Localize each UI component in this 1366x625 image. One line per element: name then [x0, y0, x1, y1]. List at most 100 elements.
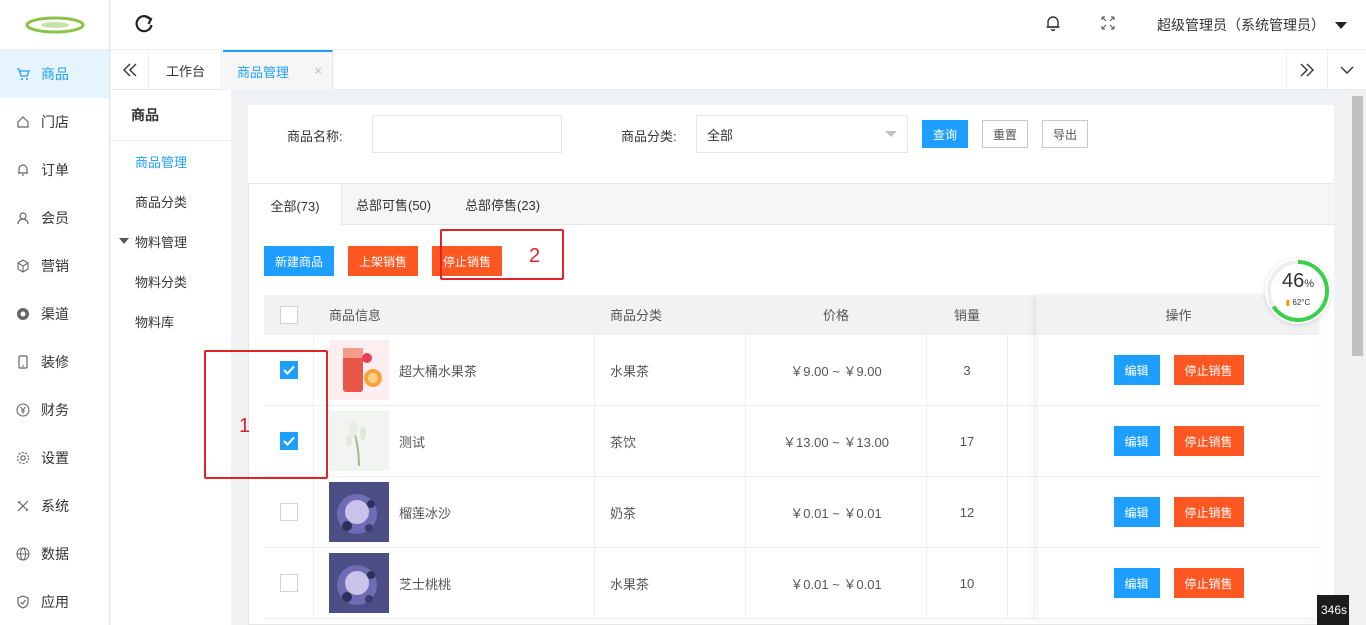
tab-label: 商品管理	[237, 64, 290, 80]
category-cell: 茶饮	[595, 406, 746, 476]
product-name-input[interactable]	[372, 115, 562, 153]
performance-gauge[interactable]: 46% ▮ 62°C	[1265, 258, 1331, 324]
channel-icon	[17, 308, 29, 320]
tab-label: 工作台	[165, 63, 205, 79]
subnav-item-label: 物料库	[135, 314, 175, 330]
product-name: 测试	[399, 434, 426, 450]
tabs-bar: 工作台 商品管理 ×	[111, 50, 1366, 90]
tab-workbench[interactable]: 工作台	[150, 50, 222, 90]
tab-label: 总部停售(23)	[465, 198, 541, 213]
sidebar-item-label: 会员	[41, 210, 69, 226]
new-product-button[interactable]: 新建商品	[264, 246, 334, 276]
subnav-list: 商品管理 商品分类 物料管理 物料分类物料库	[111, 141, 231, 341]
vertical-scrollbar[interactable]	[1349, 90, 1366, 625]
nav-list: 商品 门店订单会员营销 渠道 装修 财务 设置 系统 数据 应用	[0, 50, 109, 625]
tab-product-management[interactable]: 商品管理 ×	[223, 50, 333, 90]
main-content: 商品名称: 商品分类: 全部 查询 重置 导出 全部(73) 总部可售(50) …	[248, 105, 1335, 625]
product-name: 榴莲冰沙	[399, 505, 452, 521]
sidebar-item-7[interactable]: 财务	[0, 386, 109, 434]
reset-button[interactable]: 重置	[982, 120, 1028, 148]
actions-cell: 编辑 停止销售	[1038, 335, 1319, 405]
sidebar-item-9[interactable]: 系统	[0, 482, 109, 530]
subnav-item-3[interactable]: 物料分类	[111, 261, 231, 301]
user-menu[interactable]: 超级管理员（系统管理员）	[1157, 15, 1347, 35]
sidebar-item-8[interactable]: 设置	[0, 434, 109, 482]
product-name: 超大桶水果茶	[399, 363, 478, 379]
chevron-down-icon	[1340, 66, 1354, 74]
annotation-number-1: 1	[239, 415, 251, 437]
header-price: 价格	[746, 295, 927, 334]
status-tabs: 全部(73) 总部可售(50) 总部停售(23)	[249, 184, 1335, 226]
sidebar-item-1[interactable]: 门店	[0, 98, 109, 146]
select-all-cell	[264, 295, 314, 334]
row-checkbox[interactable]	[279, 574, 298, 592]
bell-icon	[18, 164, 28, 176]
table-header: 商品信息 商品分类 价格 销量 操作	[264, 295, 1319, 335]
fullscreen-icon[interactable]	[1099, 14, 1117, 32]
header-sales: 销量	[927, 295, 1008, 334]
sidebar-item-10[interactable]: 数据	[0, 530, 109, 578]
tab-hq-stopped[interactable]: 总部停售(23)	[465, 184, 540, 225]
product-info-cell: 超大桶水果茶	[314, 335, 595, 405]
sidebar-item-6[interactable]: 装修	[0, 338, 109, 386]
row-stop-sale-button[interactable]: 停止销售	[1173, 426, 1244, 456]
thermometer-icon: ▮	[1285, 298, 1291, 307]
subnav-title: 商品	[111, 90, 231, 141]
sidebar-item-11[interactable]: 应用	[0, 578, 109, 625]
scrollbar-thumb[interactable]	[1352, 96, 1363, 356]
sidebar-item-5[interactable]: 渠道	[0, 290, 109, 338]
edit-button[interactable]: 编辑	[1113, 497, 1160, 527]
select-all-checkbox[interactable]	[279, 305, 298, 324]
table-row: 榴莲冰沙 奶茶 ￥0.01 ~ ￥0.01 12 编辑 停止销售	[264, 477, 1319, 548]
tabs-more-button[interactable]	[1327, 50, 1366, 90]
product-info-cell: 芝士桃桃	[314, 548, 595, 618]
bell-icon[interactable]	[1044, 14, 1062, 32]
user-icon	[17, 212, 29, 225]
edit-button[interactable]: 编辑	[1113, 355, 1160, 385]
subnav-item-4[interactable]: 物料库	[111, 301, 231, 341]
gauge-unit: %	[1304, 278, 1315, 290]
row-stop-sale-button[interactable]: 停止销售	[1173, 355, 1244, 385]
query-button[interactable]: 查询	[922, 120, 968, 148]
product-info-cell: 测试	[314, 406, 595, 476]
sidebar-item-3[interactable]: 会员	[0, 194, 109, 242]
left-nav: 商品 门店订单会员营销 渠道 装修 财务 设置 系统 数据 应用	[0, 0, 110, 625]
subnav-item-1[interactable]: 商品分类	[111, 181, 231, 221]
tabs-prev-button[interactable]	[111, 50, 149, 90]
product-thumbnail	[329, 553, 389, 613]
edit-button[interactable]: 编辑	[1113, 568, 1160, 598]
tab-hq-on-sale[interactable]: 总部可售(50)	[356, 184, 431, 225]
close-icon[interactable]: ×	[314, 63, 322, 78]
refresh-icon[interactable]	[133, 13, 155, 35]
category-cell: 水果茶	[595, 335, 746, 405]
price-cell: ￥0.01 ~ ￥0.01	[746, 477, 927, 547]
tab-all[interactable]: 全部(73)	[249, 184, 342, 226]
category-label: 商品分类:	[621, 129, 677, 144]
top-bar: 超级管理员（系统管理员）	[111, 0, 1366, 50]
double-chevron-right-icon	[1300, 63, 1314, 77]
category-cell: 水果茶	[595, 548, 746, 618]
category-select[interactable]: 全部	[696, 115, 908, 153]
actions-cell: 编辑 停止销售	[1038, 406, 1319, 476]
caret-down-icon	[1335, 21, 1347, 29]
spacer-cell	[1008, 477, 1038, 547]
header-spacer	[1008, 295, 1038, 334]
gauge-temp-value: 62°C	[1292, 298, 1311, 307]
subnav-item-2[interactable]: 物料管理	[111, 221, 231, 261]
row-checkbox[interactable]	[279, 503, 298, 521]
export-button[interactable]: 导出	[1042, 120, 1088, 148]
edit-button[interactable]: 编辑	[1113, 426, 1160, 456]
logo[interactable]	[0, 0, 109, 50]
tabs-next-button[interactable]	[1286, 50, 1326, 90]
subnav-item-0[interactable]: 商品管理	[111, 141, 231, 181]
put-on-sale-button[interactable]: 上架销售	[348, 246, 418, 276]
category-select-value: 全部	[707, 127, 734, 143]
sidebar-item-2[interactable]: 订单	[0, 146, 109, 194]
sidebar-item-label: 订单	[41, 162, 69, 178]
sidebar-item-4[interactable]: 营销	[0, 242, 109, 290]
gear-icon	[16, 451, 30, 465]
row-stop-sale-button[interactable]: 停止销售	[1173, 568, 1244, 598]
tablet-icon	[18, 355, 28, 369]
row-stop-sale-button[interactable]: 停止销售	[1173, 497, 1244, 527]
sidebar-item-0[interactable]: 商品	[0, 50, 109, 98]
